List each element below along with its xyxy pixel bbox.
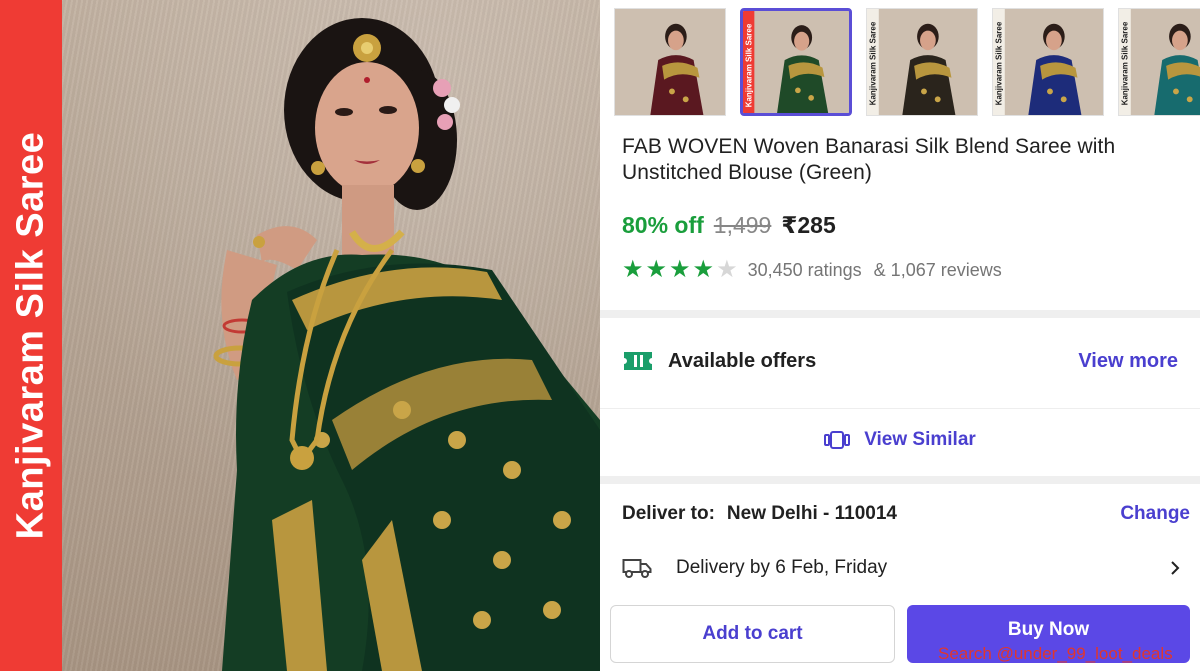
change-location-link[interactable]: Change: [1120, 503, 1190, 525]
model-figure: [213, 18, 600, 671]
deliver-to-label: Deliver to:: [622, 503, 715, 524]
price-row: 80% off 1,499 ₹285: [622, 212, 836, 239]
delivery-eta-row[interactable]: Delivery by 6 Feb, Friday: [622, 548, 1182, 588]
thumbnail-banner-text: Kanjivaram Silk Saree: [868, 21, 878, 105]
thumbnail-banner-text: Kanjivaram Silk Saree: [744, 23, 754, 107]
product-main-image[interactable]: Kanjivaram Silk Saree: [0, 0, 600, 671]
truck-icon: [622, 559, 652, 578]
product-title: FAB WOVEN Woven Banarasi Silk Blend Sare…: [622, 135, 1116, 184]
reviews-count: & 1,067 reviews: [873, 259, 1002, 280]
similar-cards-icon: [824, 430, 851, 449]
available-offers-row[interactable]: Available offers View more: [600, 322, 1200, 400]
selling-price: ₹285: [781, 212, 836, 238]
star-rating: ★ ★ ★ ★ ★: [622, 258, 738, 282]
star-icon: ★: [692, 256, 715, 283]
thumbnail-image: [743, 11, 849, 113]
view-more-link[interactable]: View more: [1078, 350, 1178, 373]
star-icon: ★: [716, 256, 738, 283]
watermark-text: Search @under_99_loot_deals: [938, 644, 1173, 663]
banner-text: Kanjivaram Silk Saree: [9, 131, 52, 540]
thumbnail-banner-text: Kanjivaram Silk Saree: [994, 21, 1004, 105]
thumbnail-image: [1119, 9, 1200, 115]
thumbnail-image: [867, 9, 977, 115]
star-icon: ★: [669, 256, 691, 283]
ratings-count: 30,450 ratings: [747, 259, 862, 280]
view-similar-label: View Similar: [864, 428, 976, 450]
product-thumbnail[interactable]: Kanjivaram Silk Saree: [740, 8, 852, 116]
section-divider: [600, 310, 1200, 318]
star-icon: ★: [645, 256, 668, 283]
thumbnail-image: [615, 9, 725, 115]
chevron-right-icon: [1171, 561, 1180, 575]
ticket-icon: [624, 352, 652, 370]
side-banner: Kanjivaram Silk Saree: [0, 0, 62, 671]
original-price: 1,499: [713, 212, 772, 238]
delivery-eta-text: Delivery by 6 Feb, Friday: [676, 557, 888, 578]
thumbnail-image: [993, 9, 1103, 115]
product-thumbnail[interactable]: Kanjivaram Silk Saree: [1118, 8, 1200, 116]
product-thumbnail[interactable]: [614, 8, 726, 116]
deliver-to-row: Deliver to: New Delhi - 110014 Change: [622, 503, 1190, 525]
delivery-location: New Delhi - 110014: [726, 503, 897, 524]
star-icon: ★: [622, 256, 644, 283]
product-details-panel: Kanjivaram Silk Saree Kanjivaram Silk Sar…: [600, 0, 1200, 671]
discount-percent: 80% off: [622, 212, 704, 238]
product-thumbnail[interactable]: Kanjivaram Silk Saree: [866, 8, 978, 116]
product-thumbnail[interactable]: Kanjivaram Silk Saree: [992, 8, 1104, 116]
thumbnail-banner-text: Kanjivaram Silk Saree: [1120, 21, 1130, 105]
offers-title: Available offers: [668, 349, 817, 372]
view-similar-button[interactable]: View Similar: [600, 408, 1200, 470]
thumbnail-strip: Kanjivaram Silk Saree Kanjivaram Silk Sar…: [614, 8, 1200, 116]
add-to-cart-button[interactable]: Add to cart: [610, 605, 895, 663]
rating-row[interactable]: ★ ★ ★ ★ ★ 30,450 ratings & 1,067 reviews: [622, 258, 1002, 282]
section-divider: [600, 476, 1200, 484]
